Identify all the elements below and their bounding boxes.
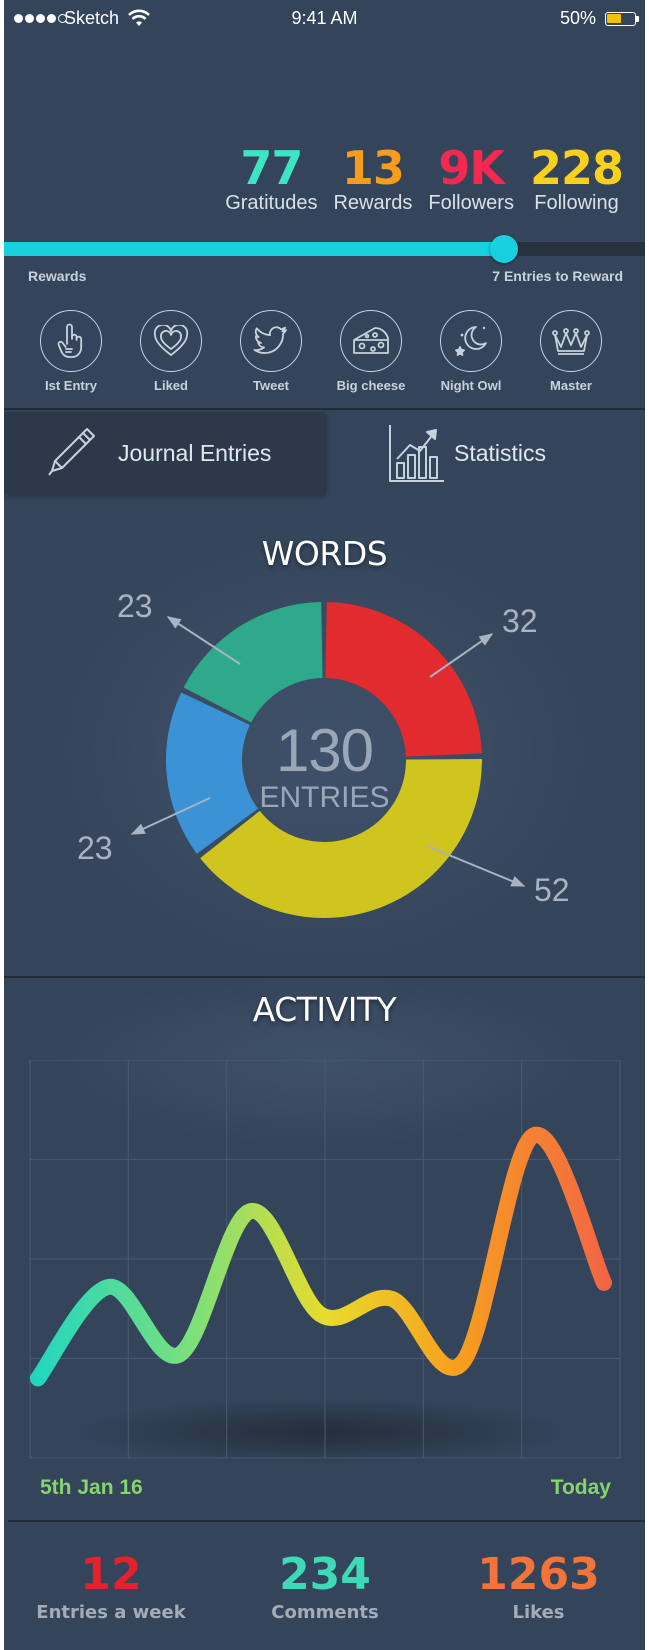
tab-label: Statistics <box>454 439 547 466</box>
activity-line-chart <box>29 1060 621 1466</box>
stat-gratitudes[interactable]: 77 Gratitudes <box>225 141 318 215</box>
summary-likes: 1263 Likes <box>432 1549 645 1624</box>
stat-rewards[interactable]: 13 Rewards <box>333 141 413 215</box>
activity-title: ACTIVITY <box>252 990 397 1029</box>
progress-fill <box>4 242 504 256</box>
tab-label: Journal Entries <box>118 439 272 466</box>
summary-value: 234 <box>279 1549 371 1600</box>
stat-followers[interactable]: 9K Followers <box>428 141 514 215</box>
battery-percent: 50% <box>560 8 597 28</box>
entries-to-reward: 7 Entries to Reward <box>492 268 623 284</box>
badge-label: Big cheese <box>336 378 406 393</box>
tab-journal-entries[interactable]: Journal Entries <box>4 412 324 494</box>
stat-label: Rewards <box>333 192 413 214</box>
section-divider <box>4 408 645 410</box>
badge-night-owl[interactable]: Night Owl <box>421 310 521 393</box>
reward-progress-bar <box>4 235 645 263</box>
progress-label: Rewards <box>28 268 87 284</box>
summary-value: 12 <box>80 1549 142 1600</box>
stat-label: Following <box>534 192 619 214</box>
stat-label: Gratitudes <box>225 192 318 214</box>
badge-label: Master <box>550 378 592 393</box>
bar-chart-icon <box>389 425 444 482</box>
cheese-icon <box>353 327 389 354</box>
section-divider <box>8 1520 645 1522</box>
badge-label: Tweet <box>253 378 289 393</box>
stat-value: 13 <box>341 141 405 195</box>
stat-following[interactable]: 228 Following <box>529 141 624 215</box>
progress-knob[interactable] <box>489 235 518 263</box>
clock-time: 9:41 AM <box>291 8 358 28</box>
moon-stars-icon <box>455 326 487 356</box>
hand-one-icon <box>57 323 83 358</box>
slice-label-blue: 23 <box>77 830 113 866</box>
slice-label-red: 32 <box>502 603 538 639</box>
badge-label: Ist Entry <box>44 378 97 393</box>
chart-grid <box>29 1060 621 1459</box>
slice-label-green: 23 <box>117 588 153 624</box>
profile-stats: 77 Gratitudes 13 Rewards 9K Followers 22… <box>225 141 624 215</box>
status-bar: Sketch 9:41 AM 50% <box>4 0 645 38</box>
app-screen: Sketch 9:41 AM 50% 77 Gratitudes 13 Rewa… <box>4 0 645 1650</box>
crown-icon <box>552 328 590 355</box>
label-pointer-52 <box>426 845 526 887</box>
pen-icon <box>48 428 95 476</box>
weekly-summary: 12 Entries a week 234 Comments 1263 Like… <box>4 1549 645 1624</box>
bird-icon <box>253 326 287 354</box>
stat-label: Followers <box>428 192 514 214</box>
badge-liked[interactable]: Liked <box>121 310 221 393</box>
battery-icon <box>605 12 636 26</box>
chart-end-date: Today <box>550 1476 611 1499</box>
summary-label: Likes <box>512 1602 565 1623</box>
badge-tweet[interactable]: Tweet <box>221 310 321 393</box>
reward-badges: Ist Entry Liked Tweet Big cheese Night O… <box>21 310 621 393</box>
chart-shadow <box>72 1398 572 1466</box>
heart-icon <box>153 325 189 356</box>
badge-master[interactable]: Master <box>521 310 621 393</box>
summary-label: Entries a week <box>36 1602 186 1623</box>
summary-label: Comments <box>271 1602 379 1623</box>
stat-value: 228 <box>529 141 624 195</box>
summary-comments: 234 Comments <box>218 1549 432 1624</box>
tab-statistics[interactable]: Statistics <box>324 412 645 494</box>
summary-entries: 12 Entries a week <box>4 1549 218 1624</box>
total-entries-label: ENTRIES <box>259 781 390 814</box>
summary-value: 1263 <box>477 1549 600 1600</box>
badge-first-entry[interactable]: Ist Entry <box>21 310 121 393</box>
badge-big-cheese[interactable]: Big cheese <box>321 310 421 393</box>
slice-label-yellow: 52 <box>534 872 570 908</box>
total-entries-value: 130 <box>275 717 374 784</box>
badge-label: Liked <box>154 378 188 393</box>
badge-label: Night Owl <box>440 378 502 393</box>
stat-value: 77 <box>240 141 303 195</box>
chart-start-date: 5th Jan 16 <box>40 1476 143 1499</box>
stat-value: 9K <box>438 141 505 195</box>
activity-line <box>30 1126 612 1387</box>
